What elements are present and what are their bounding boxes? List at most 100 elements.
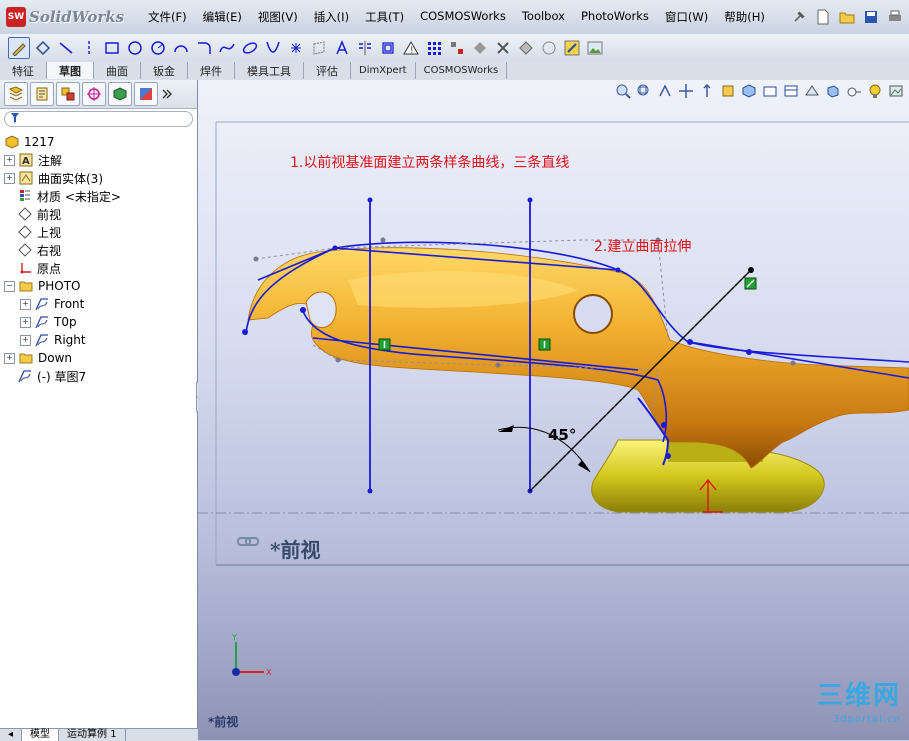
tree-item-material[interactable]: 材质 <未指定> — [4, 187, 197, 205]
tree-item-origin[interactable]: 原点 — [4, 259, 197, 277]
view-orientation-icon[interactable] — [740, 82, 758, 100]
tree-item-down-folder[interactable]: + Down — [4, 349, 197, 367]
display-manager-icon[interactable] — [134, 82, 158, 106]
menu-insert[interactable]: 插入(I) — [306, 9, 357, 25]
tree-item-annotations[interactable]: + A 注解 — [4, 151, 197, 169]
tree-item-front-sketch[interactable]: + Front — [4, 295, 197, 313]
expand-icon[interactable]: + — [4, 352, 15, 364]
smart-dimension-icon[interactable] — [33, 38, 53, 58]
previous-view-icon[interactable] — [656, 82, 674, 100]
tab-sketch[interactable]: 草图 — [47, 62, 94, 79]
display-style-icon[interactable] — [761, 82, 779, 100]
menu-toolbox[interactable]: Toolbox — [514, 9, 573, 25]
feature-manager-icon[interactable] — [4, 82, 28, 106]
rotate-icon[interactable] — [698, 82, 716, 100]
tab-weldments[interactable]: 焊件 — [188, 62, 235, 79]
expand-icon[interactable]: + — [20, 334, 31, 346]
tab-sheet-metal[interactable]: 钣金 — [141, 62, 188, 79]
screen-capture-icon[interactable] — [887, 82, 905, 100]
tab-motion-study[interactable]: 运动算例 1 — [59, 729, 126, 741]
section-view-icon[interactable] — [719, 82, 737, 100]
save-icon[interactable] — [861, 7, 881, 27]
tree-item-surface-bodies[interactable]: + 曲面实体(3) — [4, 169, 197, 187]
spline-icon[interactable] — [217, 38, 237, 58]
tab-surfaces[interactable]: 曲面 — [94, 62, 141, 79]
dimxpert-manager-icon[interactable] — [82, 82, 106, 106]
fillet-icon[interactable] — [194, 38, 214, 58]
sketch-icon[interactable] — [8, 37, 30, 59]
warning-icon[interactable]: ! — [401, 38, 421, 58]
display-grid-icon[interactable] — [539, 38, 559, 58]
photoworks-manager-icon[interactable] — [108, 82, 132, 106]
arc-icon[interactable] — [171, 38, 191, 58]
tab-arrow-left-icon[interactable]: ◂ — [0, 729, 23, 741]
expand-icon[interactable]: + — [4, 154, 15, 166]
centerline-icon[interactable] — [79, 38, 99, 58]
menu-file[interactable]: 文件(F) — [140, 9, 195, 25]
view-settings-icon[interactable] — [845, 82, 863, 100]
pin-icon[interactable] — [789, 7, 809, 27]
tree-item-top-plane[interactable]: 上视 — [4, 223, 197, 241]
view-triad[interactable]: Y X — [231, 633, 272, 677]
graphics-area[interactable]: Y X 1.以前视基准面建立两条样条曲线，三条直线 2.建立曲面拉伸 45° *… — [198, 80, 909, 740]
angle-dimension-value[interactable]: 45° — [548, 426, 576, 444]
menu-edit[interactable]: 编辑(E) — [195, 9, 250, 25]
perimeter-circle-icon[interactable] — [148, 38, 168, 58]
collapse-icon[interactable]: − — [4, 280, 15, 292]
line-icon[interactable] — [56, 38, 76, 58]
tab-evaluate[interactable]: 评估 — [304, 62, 351, 79]
lights-icon[interactable] — [866, 82, 884, 100]
new-file-icon[interactable] — [813, 7, 833, 27]
point-icon[interactable] — [286, 38, 306, 58]
more-tabs-icon[interactable] — [160, 84, 174, 104]
circle-icon[interactable] — [125, 38, 145, 58]
tab-mold-tools[interactable]: 模具工具 — [235, 62, 304, 79]
tree-item-photo-folder[interactable]: − PHOTO — [4, 277, 197, 295]
apply-scene-icon[interactable] — [824, 82, 842, 100]
tab-features[interactable]: 特征 — [0, 62, 47, 79]
quick-snaps-icon[interactable] — [493, 38, 513, 58]
handle-body[interactable] — [247, 247, 909, 469]
repair-sketch-icon[interactable] — [470, 38, 490, 58]
tree-item-front-plane[interactable]: 前视 — [4, 205, 197, 223]
tab-model[interactable]: 模型 — [22, 729, 60, 741]
open-folder-icon[interactable] — [837, 7, 857, 27]
menu-photoworks[interactable]: PhotoWorks — [573, 9, 657, 25]
expand-icon[interactable]: + — [20, 298, 31, 310]
print-icon[interactable] — [885, 7, 905, 27]
expand-icon[interactable]: + — [4, 172, 15, 184]
menu-view[interactable]: 视图(V) — [250, 9, 306, 25]
expand-icon[interactable]: + — [20, 316, 31, 328]
offset-icon[interactable] — [378, 38, 398, 58]
parabola-icon[interactable] — [263, 38, 283, 58]
configuration-manager-icon[interactable] — [56, 82, 80, 106]
tree-item-sketch7[interactable]: (-) 草图7 — [4, 367, 197, 385]
hide-show-icon[interactable] — [782, 82, 800, 100]
menu-tools[interactable]: 工具(T) — [357, 9, 412, 25]
tree-filter[interactable] — [4, 111, 193, 127]
text-icon[interactable] — [332, 38, 352, 58]
rapid-sketch-icon[interactable] — [516, 38, 536, 58]
tree-item-top-sketch[interactable]: + T0p — [4, 313, 197, 331]
tab-dimxpert[interactable]: DimXpert — [351, 62, 416, 79]
relations-icon[interactable] — [447, 38, 467, 58]
grid-pattern-icon[interactable] — [424, 38, 444, 58]
edit-sketch-icon[interactable] — [562, 38, 582, 58]
mirror-icon[interactable] — [355, 38, 375, 58]
plane-icon[interactable] — [309, 38, 329, 58]
property-manager-icon[interactable] — [30, 82, 54, 106]
sketch-picture-icon[interactable] — [585, 38, 605, 58]
edit-appearance-icon[interactable] — [803, 82, 821, 100]
tree-root[interactable]: 1217 — [4, 133, 197, 151]
tree-item-right-plane[interactable]: 右视 — [4, 241, 197, 259]
menu-cosmosworks[interactable]: COSMOSWorks — [412, 9, 514, 25]
rectangle-icon[interactable] — [102, 38, 122, 58]
menu-window[interactable]: 窗口(W) — [657, 9, 716, 25]
zoom-to-fit-icon[interactable] — [614, 82, 632, 100]
menu-help[interactable]: 帮助(H) — [716, 9, 773, 25]
zoom-area-icon[interactable] — [635, 82, 653, 100]
tree-item-right-sketch[interactable]: + Right — [4, 331, 197, 349]
ellipse-icon[interactable] — [240, 38, 260, 58]
pan-icon[interactable] — [677, 82, 695, 100]
tab-cosmosworks[interactable]: COSMOSWorks — [416, 62, 508, 79]
